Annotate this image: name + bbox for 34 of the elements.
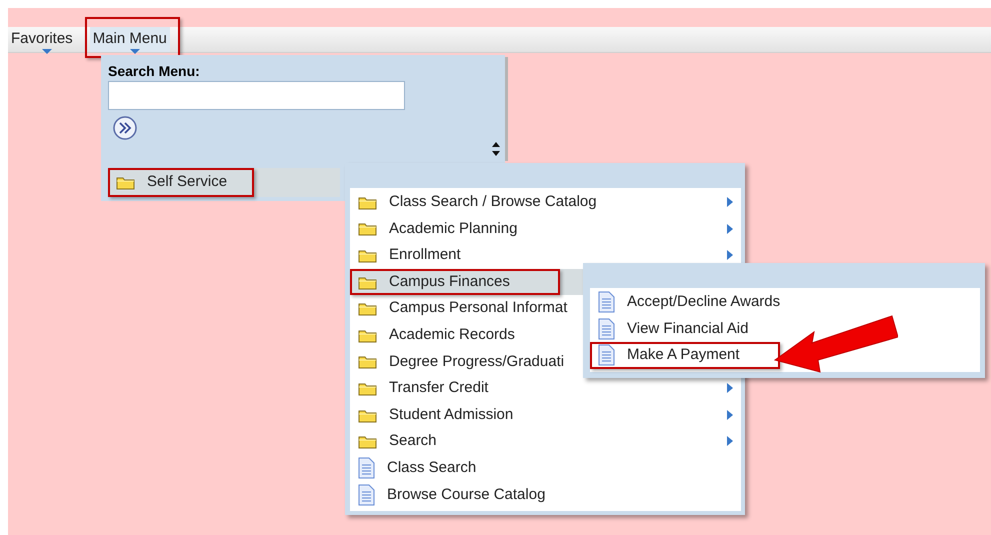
folder-icon xyxy=(358,434,377,450)
folder-icon xyxy=(358,328,377,343)
menu-item[interactable]: Enrollment xyxy=(350,242,741,269)
menu-item[interactable]: Self Service xyxy=(108,168,340,197)
menu-item[interactable]: Make A Payment xyxy=(590,342,980,369)
folder-icon xyxy=(358,354,377,370)
folder-icon xyxy=(358,248,377,263)
go-icon[interactable] xyxy=(113,116,137,140)
folder-icon xyxy=(358,408,377,423)
menu-tab[interactable]: Favorites xyxy=(8,27,76,52)
folder-icon xyxy=(358,221,377,236)
menu-item[interactable]: Class Search xyxy=(350,454,741,482)
menu-item[interactable]: Class Search / Browse Catalog xyxy=(350,189,741,216)
document-icon xyxy=(598,318,615,340)
folder-icon xyxy=(358,380,377,396)
document-icon xyxy=(598,291,615,314)
menu-item[interactable]: Student Admission xyxy=(350,402,741,428)
document-icon xyxy=(358,484,375,506)
menu-item[interactable]: Transfer Credit xyxy=(350,375,741,402)
menu-item[interactable]: Browse Course Catalog xyxy=(350,482,741,508)
folder-icon xyxy=(358,274,377,290)
folder-icon xyxy=(358,194,377,210)
document-icon xyxy=(598,344,615,366)
menu-item[interactable]: Search xyxy=(350,428,741,455)
menu-item[interactable]: Academic Planning xyxy=(350,216,741,242)
sort-icon[interactable] xyxy=(491,141,501,157)
menu-tab[interactable]: Main Menu xyxy=(90,27,170,52)
search-label: Search Menu: xyxy=(108,62,200,81)
search-field[interactable] xyxy=(108,81,405,110)
menu-item[interactable]: View Financial Aid xyxy=(590,316,980,342)
folder-icon xyxy=(358,301,377,316)
document-icon xyxy=(358,457,375,480)
dropdown-icon xyxy=(42,49,52,54)
folder-icon xyxy=(116,175,135,190)
